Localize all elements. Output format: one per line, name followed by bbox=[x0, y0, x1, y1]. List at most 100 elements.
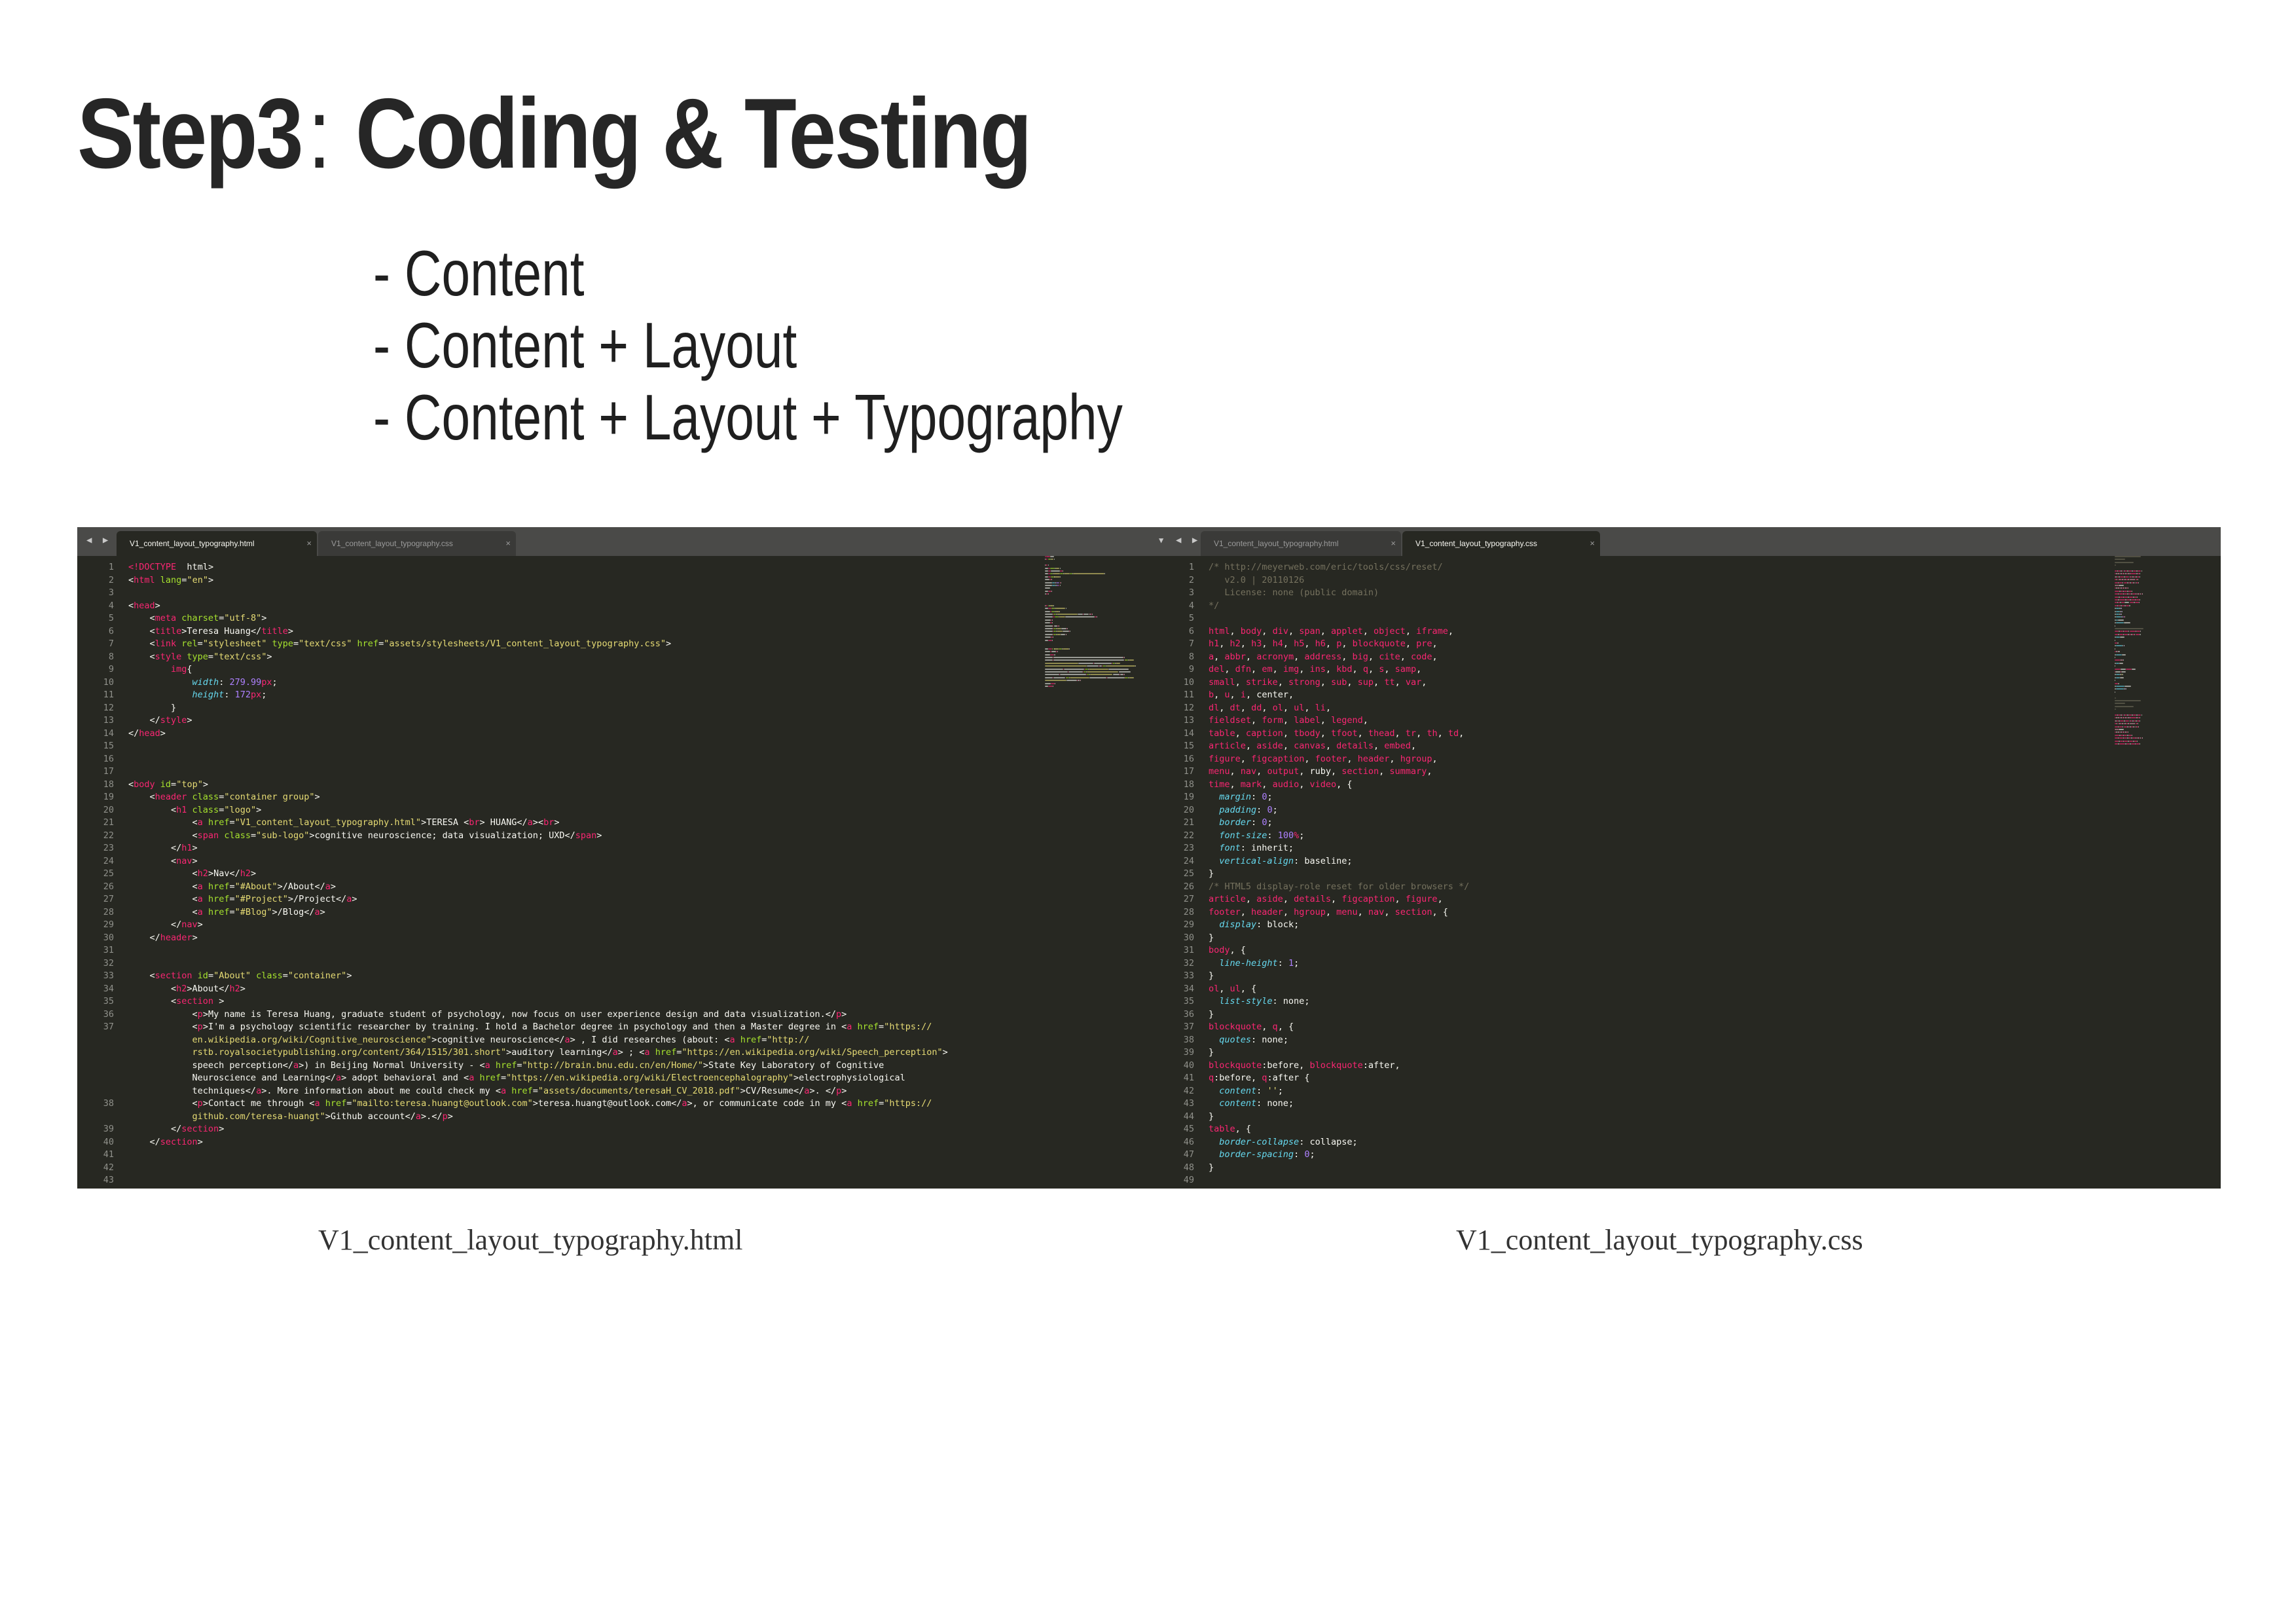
code-line[interactable]: 21 border: 0; bbox=[1157, 817, 2221, 830]
code-line[interactable]: rstb.royalsocietypublishing.org/content/… bbox=[77, 1046, 1157, 1060]
code-line[interactable]: 45 table, { bbox=[1157, 1123, 2221, 1136]
tab-html-file[interactable]: V1_content_layout_typography.html × bbox=[1201, 531, 1401, 556]
code-line[interactable]: techniques</a>. More information about m… bbox=[77, 1085, 1157, 1098]
code-line[interactable]: 43 content: none; bbox=[1157, 1098, 2221, 1111]
code-line[interactable]: 7 h1, h2, h3, h4, h5, h6, p, blockquote, … bbox=[1157, 638, 2221, 651]
tab-css-file[interactable]: V1_content_layout_typography.css × bbox=[1402, 531, 1600, 556]
code-line[interactable]: 38 <p>Contact me through <a href="mailto… bbox=[77, 1098, 1157, 1111]
code-line[interactable]: 39 </section> bbox=[77, 1123, 1157, 1136]
code-line[interactable]: 30 </header> bbox=[77, 932, 1157, 945]
code-line[interactable]: 24 <nav> bbox=[77, 855, 1157, 868]
code-line[interactable]: 39} bbox=[1157, 1046, 2221, 1060]
code-line[interactable]: 41 bbox=[77, 1149, 1157, 1162]
close-icon[interactable]: × bbox=[1590, 531, 1595, 556]
close-icon[interactable]: × bbox=[505, 531, 511, 556]
code-line[interactable]: 11 height: 172px; bbox=[77, 689, 1157, 702]
code-line[interactable]: 16 figure, figcaption, footer, header, hg… bbox=[1157, 753, 2221, 766]
code-line[interactable]: 11 b, u, i, center, bbox=[1157, 689, 2221, 702]
code-line[interactable]: 25} bbox=[1157, 868, 2221, 881]
code-line[interactable]: 36} bbox=[1157, 1008, 2221, 1022]
tab-nav-arrows-icon[interactable]: ◀ ▶ bbox=[1176, 535, 1200, 545]
code-line[interactable]: 37 blockquote, q, { bbox=[1157, 1021, 2221, 1034]
html-code-area[interactable]: 1 <!DOCTYPE html> 2 <html lang="en"> 3 4 <head… bbox=[77, 556, 1157, 1189]
code-line[interactable]: 31 bbox=[77, 944, 1157, 957]
code-line[interactable]: 3 License: none (public domain) bbox=[1157, 587, 2221, 600]
code-line[interactable]: 7 <link rel="stylesheet" type="text/css"… bbox=[77, 638, 1157, 651]
code-line[interactable]: 21 <a href="V1_content_layout_typography… bbox=[77, 817, 1157, 830]
code-line[interactable]: 28 footer, header, hgroup, menu, nav, sec… bbox=[1157, 906, 2221, 919]
code-line[interactable]: 24 vertical-align: baseline; bbox=[1157, 855, 2221, 868]
tab-dropdown-icon[interactable]: ▼ bbox=[1159, 536, 1163, 545]
code-line[interactable]: 42 bbox=[77, 1162, 1157, 1175]
code-line[interactable]: 23 </h1> bbox=[77, 842, 1157, 855]
code-line[interactable]: 18 <body id="top"> bbox=[77, 779, 1157, 792]
css-code-area[interactable]: 1 /* http://meyerweb.com/eric/tools/css/r… bbox=[1157, 556, 2221, 1189]
code-line[interactable]: 6 html, body, div, span, applet, object, … bbox=[1157, 625, 2221, 638]
css-minimap[interactable] bbox=[2115, 556, 2221, 1189]
code-line[interactable]: 10 small, strike, strong, sub, sup, tt, v… bbox=[1157, 676, 2221, 690]
code-line[interactable]: 36 <p>My name is Teresa Huang, graduate … bbox=[77, 1008, 1157, 1022]
code-line[interactable]: 14 </head> bbox=[77, 728, 1157, 741]
code-line[interactable]: 32 bbox=[77, 957, 1157, 970]
code-line[interactable]: 18 time, mark, audio, video, { bbox=[1157, 779, 2221, 792]
code-line[interactable]: 22 <span class="sub-logo">cognitive neur… bbox=[77, 830, 1157, 843]
code-line[interactable]: 1 /* http://meyerweb.com/eric/tools/css/r… bbox=[1157, 561, 2221, 574]
code-line[interactable]: 1 <!DOCTYPE html> bbox=[77, 561, 1157, 574]
code-line[interactable]: 16 bbox=[77, 753, 1157, 766]
code-line[interactable]: 8 a, abbr, acronym, address, big, cite, c… bbox=[1157, 651, 2221, 664]
code-line[interactable]: 3 bbox=[77, 587, 1157, 600]
code-line[interactable]: 4 <head> bbox=[77, 600, 1157, 613]
code-line[interactable]: 40 blockquote:before, blockquote:after, bbox=[1157, 1060, 2221, 1073]
code-line[interactable]: 20 padding: 0; bbox=[1157, 804, 2221, 817]
code-line[interactable]: 19 margin: 0; bbox=[1157, 791, 2221, 804]
code-line[interactable]: 12 dl, dt, dd, ol, ul, li, bbox=[1157, 702, 2221, 715]
code-line[interactable]: en.wikipedia.org/wiki/Cognitive_neurosci… bbox=[77, 1034, 1157, 1047]
code-line[interactable]: 13 </style> bbox=[77, 714, 1157, 728]
code-line[interactable]: 38 quotes: none; bbox=[1157, 1034, 2221, 1047]
code-line[interactable]: 46 border-collapse: collapse; bbox=[1157, 1136, 2221, 1149]
code-line[interactable]: 26 <a href="#About">/About</a> bbox=[77, 881, 1157, 894]
code-line[interactable]: 41 q:before, q:after { bbox=[1157, 1072, 2221, 1085]
code-line[interactable]: 35 list-style: none; bbox=[1157, 995, 2221, 1008]
code-line[interactable]: 20 <h1 class="logo"> bbox=[77, 804, 1157, 817]
code-line[interactable]: 43 bbox=[77, 1174, 1157, 1187]
code-line[interactable]: 9 del, dfn, em, img, ins, kbd, q, s, samp… bbox=[1157, 663, 2221, 676]
code-line[interactable]: 31 body, { bbox=[1157, 944, 2221, 957]
code-line[interactable]: 27 article, aside, details, figcaption, f… bbox=[1157, 893, 2221, 906]
code-line[interactable]: 40 </section> bbox=[77, 1136, 1157, 1149]
code-line[interactable]: 19 <header class="container group"> bbox=[77, 791, 1157, 804]
html-minimap[interactable] bbox=[1045, 556, 1156, 1189]
code-line[interactable]: 5 <meta charset="utf-8"> bbox=[77, 612, 1157, 625]
code-line[interactable]: 15 bbox=[77, 740, 1157, 753]
code-line[interactable]: 27 <a href="#Project">/Project</a> bbox=[77, 893, 1157, 906]
code-line[interactable]: 17 bbox=[77, 766, 1157, 779]
code-line[interactable]: 49 bbox=[1157, 1174, 2221, 1187]
code-line[interactable]: 29 </nav> bbox=[77, 919, 1157, 932]
code-line[interactable]: 4 */ bbox=[1157, 600, 2221, 613]
code-line[interactable]: 32 line-height: 1; bbox=[1157, 957, 2221, 970]
code-line[interactable]: 28 <a href="#Blog">/Blog</a> bbox=[77, 906, 1157, 919]
tab-nav-arrows-icon[interactable]: ◀ ▶ bbox=[86, 535, 111, 545]
code-line[interactable]: 9 img{ bbox=[77, 663, 1157, 676]
code-line[interactable]: 13 fieldset, form, label, legend, bbox=[1157, 714, 2221, 728]
code-line[interactable]: speech perception</a>) in Beijing Normal… bbox=[77, 1060, 1157, 1073]
code-line[interactable]: 33} bbox=[1157, 970, 2221, 983]
close-icon[interactable]: × bbox=[306, 531, 312, 556]
code-line[interactable]: 48} bbox=[1157, 1162, 2221, 1175]
code-line[interactable]: github.com/teresa-huangt">Github account… bbox=[77, 1111, 1157, 1124]
tab-css-file[interactable]: V1_content_layout_typography.css × bbox=[318, 531, 516, 556]
code-line[interactable]: 14 table, caption, tbody, tfoot, thead, t… bbox=[1157, 728, 2221, 741]
code-line[interactable]: 34 <h2>About</h2> bbox=[77, 983, 1157, 996]
code-line[interactable]: 22 font-size: 100%; bbox=[1157, 830, 2221, 843]
code-line[interactable]: 2 <html lang="en"> bbox=[77, 574, 1157, 587]
code-line[interactable]: 50/* bbox=[1157, 1187, 2221, 1189]
code-line[interactable]: 44 <section id="Project" class="containe… bbox=[77, 1187, 1157, 1189]
code-line[interactable]: 26 /* HTML5 display-role reset for older … bbox=[1157, 881, 2221, 894]
code-line[interactable]: 25 <h2>Nav</h2> bbox=[77, 868, 1157, 881]
code-line[interactable]: 44} bbox=[1157, 1111, 2221, 1124]
code-line[interactable]: 35 <section > bbox=[77, 995, 1157, 1008]
code-line[interactable]: 17 menu, nav, output, ruby, section, summ… bbox=[1157, 766, 2221, 779]
close-icon[interactable]: × bbox=[1391, 531, 1396, 556]
code-line[interactable]: 47 border-spacing: 0; bbox=[1157, 1149, 2221, 1162]
code-line[interactable]: 2 v2.0 | 20110126 bbox=[1157, 574, 2221, 587]
